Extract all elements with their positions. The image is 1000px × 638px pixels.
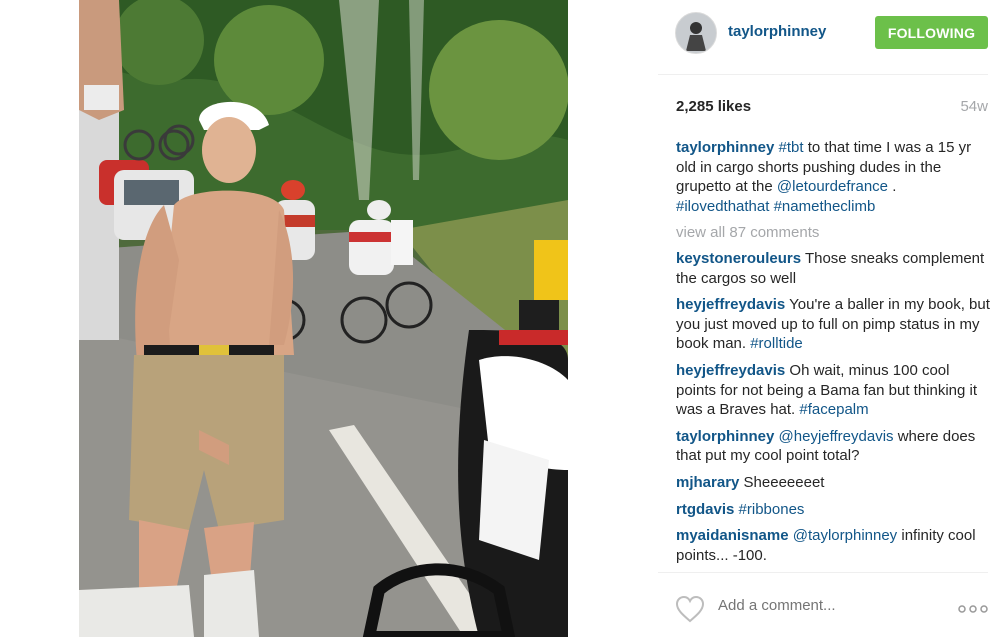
hashtag-link[interactable]: #nametheсlimb — [774, 198, 876, 215]
comment-username[interactable]: keystonerouleurs — [676, 250, 801, 267]
hashtag-link[interactable]: #ribbones — [739, 501, 805, 518]
comment-item: keystonerouleurs Those sneaks complement… — [676, 249, 992, 288]
avatar[interactable] — [675, 12, 717, 54]
photo-illustration — [79, 0, 568, 637]
post-sidebar: taylorphinney FOLLOWING 2,285 likes 54w … — [658, 0, 1000, 637]
more-options-icon[interactable] — [958, 605, 988, 613]
mention-link[interactable]: @heyjeffreydavis — [779, 428, 894, 445]
mention-link[interactable]: @letourdefrance — [777, 178, 888, 195]
comment-item: heyjeffreydavis You're a baller in my bo… — [676, 295, 992, 354]
comment-username[interactable]: heyjeffreydavis — [676, 362, 785, 379]
hashtag-link[interactable]: #rolltide — [750, 335, 803, 352]
avatar-image — [676, 13, 716, 53]
post-header: taylorphinney FOLLOWING — [658, 0, 988, 75]
add-comment-input[interactable] — [718, 597, 898, 614]
comment-username[interactable]: myaidanisname — [676, 527, 789, 544]
comment-footer — [658, 572, 988, 638]
hashtag-link[interactable]: #facepalm — [799, 401, 868, 418]
comment-item: rtgdavis #ribbones — [676, 500, 992, 520]
comment-item: mjharary Sheeeeeeet — [676, 473, 992, 493]
photo-area — [0, 0, 658, 637]
comment-username[interactable]: taylorphinney — [676, 428, 774, 445]
post-photo[interactable] — [79, 0, 568, 637]
mention-link[interactable]: @taylorphinney — [793, 527, 897, 544]
comment-item: myaidanisname @taylorphinney infinity co… — [676, 526, 992, 565]
comment-username[interactable]: rtgdavis — [676, 501, 734, 518]
comment-text: Sheeeeeeet — [739, 473, 825, 491]
hashtag-link[interactable]: #ilovedthathat — [676, 198, 769, 215]
likes-count[interactable]: 2,285 likes — [676, 98, 751, 115]
comments-list: taylorphinney #tbt to that time I was a … — [676, 138, 992, 572]
caption-text: . — [888, 178, 897, 196]
hashtag-link[interactable]: #tbt — [779, 139, 804, 156]
comment-item: taylorphinney @heyjeffreydavis where doe… — [676, 427, 992, 466]
caption-username[interactable]: taylorphinney — [676, 139, 774, 156]
following-button[interactable]: FOLLOWING — [875, 16, 988, 49]
post-author-username[interactable]: taylorphinney — [728, 23, 826, 40]
caption: taylorphinney #tbt to that time I was a … — [676, 138, 992, 216]
heart-icon[interactable] — [675, 595, 705, 623]
comment-username[interactable]: mjharary — [676, 474, 739, 491]
comment-item: heyjeffreydavis Oh wait, minus 100 cool … — [676, 361, 992, 420]
post-time-ago[interactable]: 54w — [960, 98, 988, 115]
comment-username[interactable]: heyjeffreydavis — [676, 296, 785, 313]
view-all-comments-link[interactable]: view all 87 comments — [676, 223, 992, 243]
